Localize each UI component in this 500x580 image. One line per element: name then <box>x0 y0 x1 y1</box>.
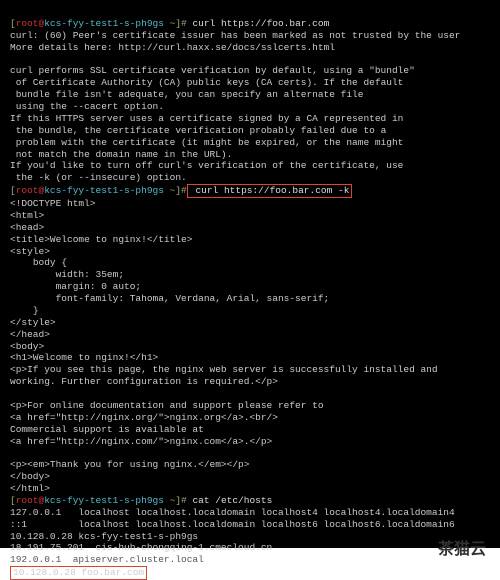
output-line: <h1>Welcome to nginx!</h1> <box>10 352 158 363</box>
output-line: </html> <box>10 483 50 494</box>
output-line: the -k (or --insecure) option. <box>10 172 187 183</box>
output-line: <title>Welcome to nginx!</title> <box>10 234 192 245</box>
prompt-host: kcs-fyy-test1-s-ph9gs <box>44 495 164 506</box>
output-line: problem with the certificate (it might b… <box>10 137 403 148</box>
output-line: <!DOCTYPE html> <box>10 198 96 209</box>
hosts-line-faded: 192.0.0.1 apiserver.cluster.local <box>10 554 204 565</box>
prompt-host: kcs-fyy-test1-s-ph9gs <box>44 185 164 196</box>
output-line: <p>If you see this page, the nginx web s… <box>10 364 438 375</box>
output-line: } <box>10 305 39 316</box>
output-line: More details here: http://curl.haxx.se/d… <box>10 42 335 53</box>
highlighted-hosts-entry: 10.128.0.28 foo.bar.com <box>10 566 147 580</box>
hosts-line: 10.128.0.28 foo.bar.com <box>13 567 144 578</box>
prompt-user: root@ <box>16 18 45 29</box>
command-3: cat /etc/hosts <box>187 495 273 506</box>
output-line: the bundle, the certificate verification… <box>10 125 386 136</box>
prompt-tilde: ~ <box>164 495 175 506</box>
prompt-tilde: ~ <box>164 18 175 29</box>
command-2: curl https://foo.bar.com -k <box>190 185 350 196</box>
output-line: </head> <box>10 329 50 340</box>
output-line: If you'd like to turn off curl's verific… <box>10 160 403 171</box>
prompt-user: root@ <box>16 495 45 506</box>
highlighted-command: curl https://foo.bar.com -k <box>187 184 353 198</box>
hosts-line: ::1 localhost localhost.localdomain loca… <box>10 519 455 530</box>
output-line: working. Further configuration is requir… <box>10 376 278 387</box>
bracket-close: ]# <box>175 185 186 196</box>
output-line: <head> <box>10 222 44 233</box>
watermark: 茶猫云 <box>438 535 486 559</box>
output-line: <p>For online documentation and support … <box>10 400 324 411</box>
output-line: <body> <box>10 341 44 352</box>
output-line: </style> <box>10 317 56 328</box>
bracket-close: ]# <box>175 495 186 506</box>
output-line: of Certificate Authority (CA) public key… <box>10 77 403 88</box>
hosts-line: 18.191.75.201 cis-hub-chongqing-1.cmeclo… <box>10 542 272 553</box>
prompt-host: kcs-fyy-test1-s-ph9gs <box>44 18 164 29</box>
output-line: margin: 0 auto; <box>10 281 141 292</box>
output-line: <p><em>Thank you for using nginx.</em></… <box>10 459 249 470</box>
output-line: width: 35em; <box>10 269 124 280</box>
prompt-line-1: [root@kcs-fyy-test1-s-ph9gs ~]# curl htt… <box>10 18 329 29</box>
output-line: <style> <box>10 246 50 257</box>
output-line: not match the domain name in the URL). <box>10 149 232 160</box>
hosts-line: 10.128.0.28 kcs-fyy-test1-s-ph9gs <box>10 531 198 542</box>
output-line: using the --cacert option. <box>10 101 164 112</box>
bracket-close: ]# <box>175 18 186 29</box>
output-line: <a href="http://nginx.org/">nginx.org</a… <box>10 412 278 423</box>
prompt-tilde: ~ <box>164 185 175 196</box>
hosts-line: 127.0.0.1 localhost localhost.localdomai… <box>10 507 455 518</box>
prompt-line-3: [root@kcs-fyy-test1-s-ph9gs ~]# cat /etc… <box>10 495 272 506</box>
output-line: <a href="http://nginx.com/">nginx.com</a… <box>10 436 272 447</box>
output-line: curl performs SSL certificate verificati… <box>10 65 415 76</box>
prompt-line-2: [root@kcs-fyy-test1-s-ph9gs ~]# curl htt… <box>10 185 352 196</box>
output-line: </body> <box>10 471 50 482</box>
output-line: <html> <box>10 210 44 221</box>
output-line: body { <box>10 257 67 268</box>
command-1: curl https://foo.bar.com <box>187 18 330 29</box>
output-line: font-family: Tahoma, Verdana, Arial, san… <box>10 293 329 304</box>
prompt-user: root@ <box>16 185 45 196</box>
output-line: bundle file isn't adequate, you can spec… <box>10 89 363 100</box>
terminal-window[interactable]: [root@kcs-fyy-test1-s-ph9gs ~]# curl htt… <box>0 0 500 548</box>
output-line: curl: (60) Peer's certificate issuer has… <box>10 30 460 41</box>
output-line: Commercial support is available at <box>10 424 204 435</box>
output-line: If this HTTPS server uses a certificate … <box>10 113 403 124</box>
